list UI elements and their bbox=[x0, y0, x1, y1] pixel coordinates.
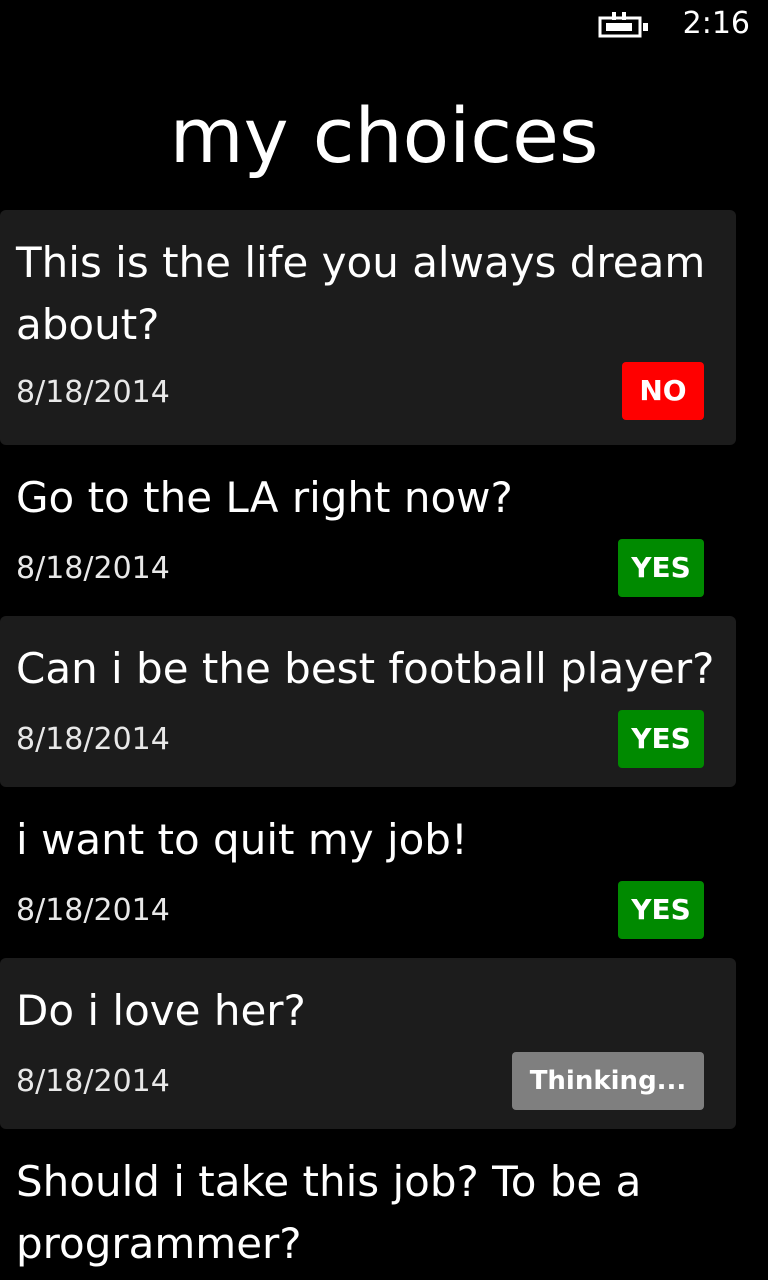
question-text: Go to the LA right now? bbox=[16, 473, 513, 522]
question-text: Should i take this job? To be a programm… bbox=[16, 1157, 642, 1268]
list-item[interactable]: i want to quit my job! 8/18/2014 YES bbox=[0, 787, 736, 958]
list-item[interactable]: This is the life you always dream about?… bbox=[0, 210, 736, 445]
list-item[interactable]: Go to the LA right now? 8/18/2014 YES bbox=[0, 445, 736, 616]
battery-charging-icon bbox=[598, 12, 648, 38]
list-item[interactable]: Can i be the best football player? 8/18/… bbox=[0, 616, 736, 787]
question-text: i want to quit my job! bbox=[16, 815, 468, 864]
choices-list[interactable]: This is the life you always dream about?… bbox=[0, 210, 736, 1279]
list-item[interactable]: Do i love her? 8/18/2014 Thinking... bbox=[0, 958, 736, 1129]
date-label: 8/18/2014 bbox=[16, 551, 170, 586]
question-text: Can i be the best football player? bbox=[16, 644, 715, 693]
answer-badge-yes: YES bbox=[618, 539, 704, 597]
question-text: This is the life you always dream about? bbox=[16, 238, 706, 349]
answer-badge-yes: YES bbox=[618, 710, 704, 768]
answer-badge-thinking: Thinking... bbox=[512, 1052, 704, 1110]
list-item[interactable]: Should i take this job? To be a programm… bbox=[0, 1129, 736, 1279]
status-bar: 2:16 bbox=[0, 0, 768, 50]
page-title: my choices bbox=[169, 91, 599, 180]
status-clock: 2:16 bbox=[682, 6, 750, 41]
answer-badge-no: NO bbox=[622, 362, 704, 420]
date-label: 8/18/2014 bbox=[16, 375, 170, 410]
date-label: 8/18/2014 bbox=[16, 893, 170, 928]
date-label: 8/18/2014 bbox=[16, 722, 170, 757]
question-text: Do i love her? bbox=[16, 986, 306, 1035]
answer-badge-yes: YES bbox=[618, 881, 704, 939]
date-label: 8/18/2014 bbox=[16, 1064, 170, 1099]
